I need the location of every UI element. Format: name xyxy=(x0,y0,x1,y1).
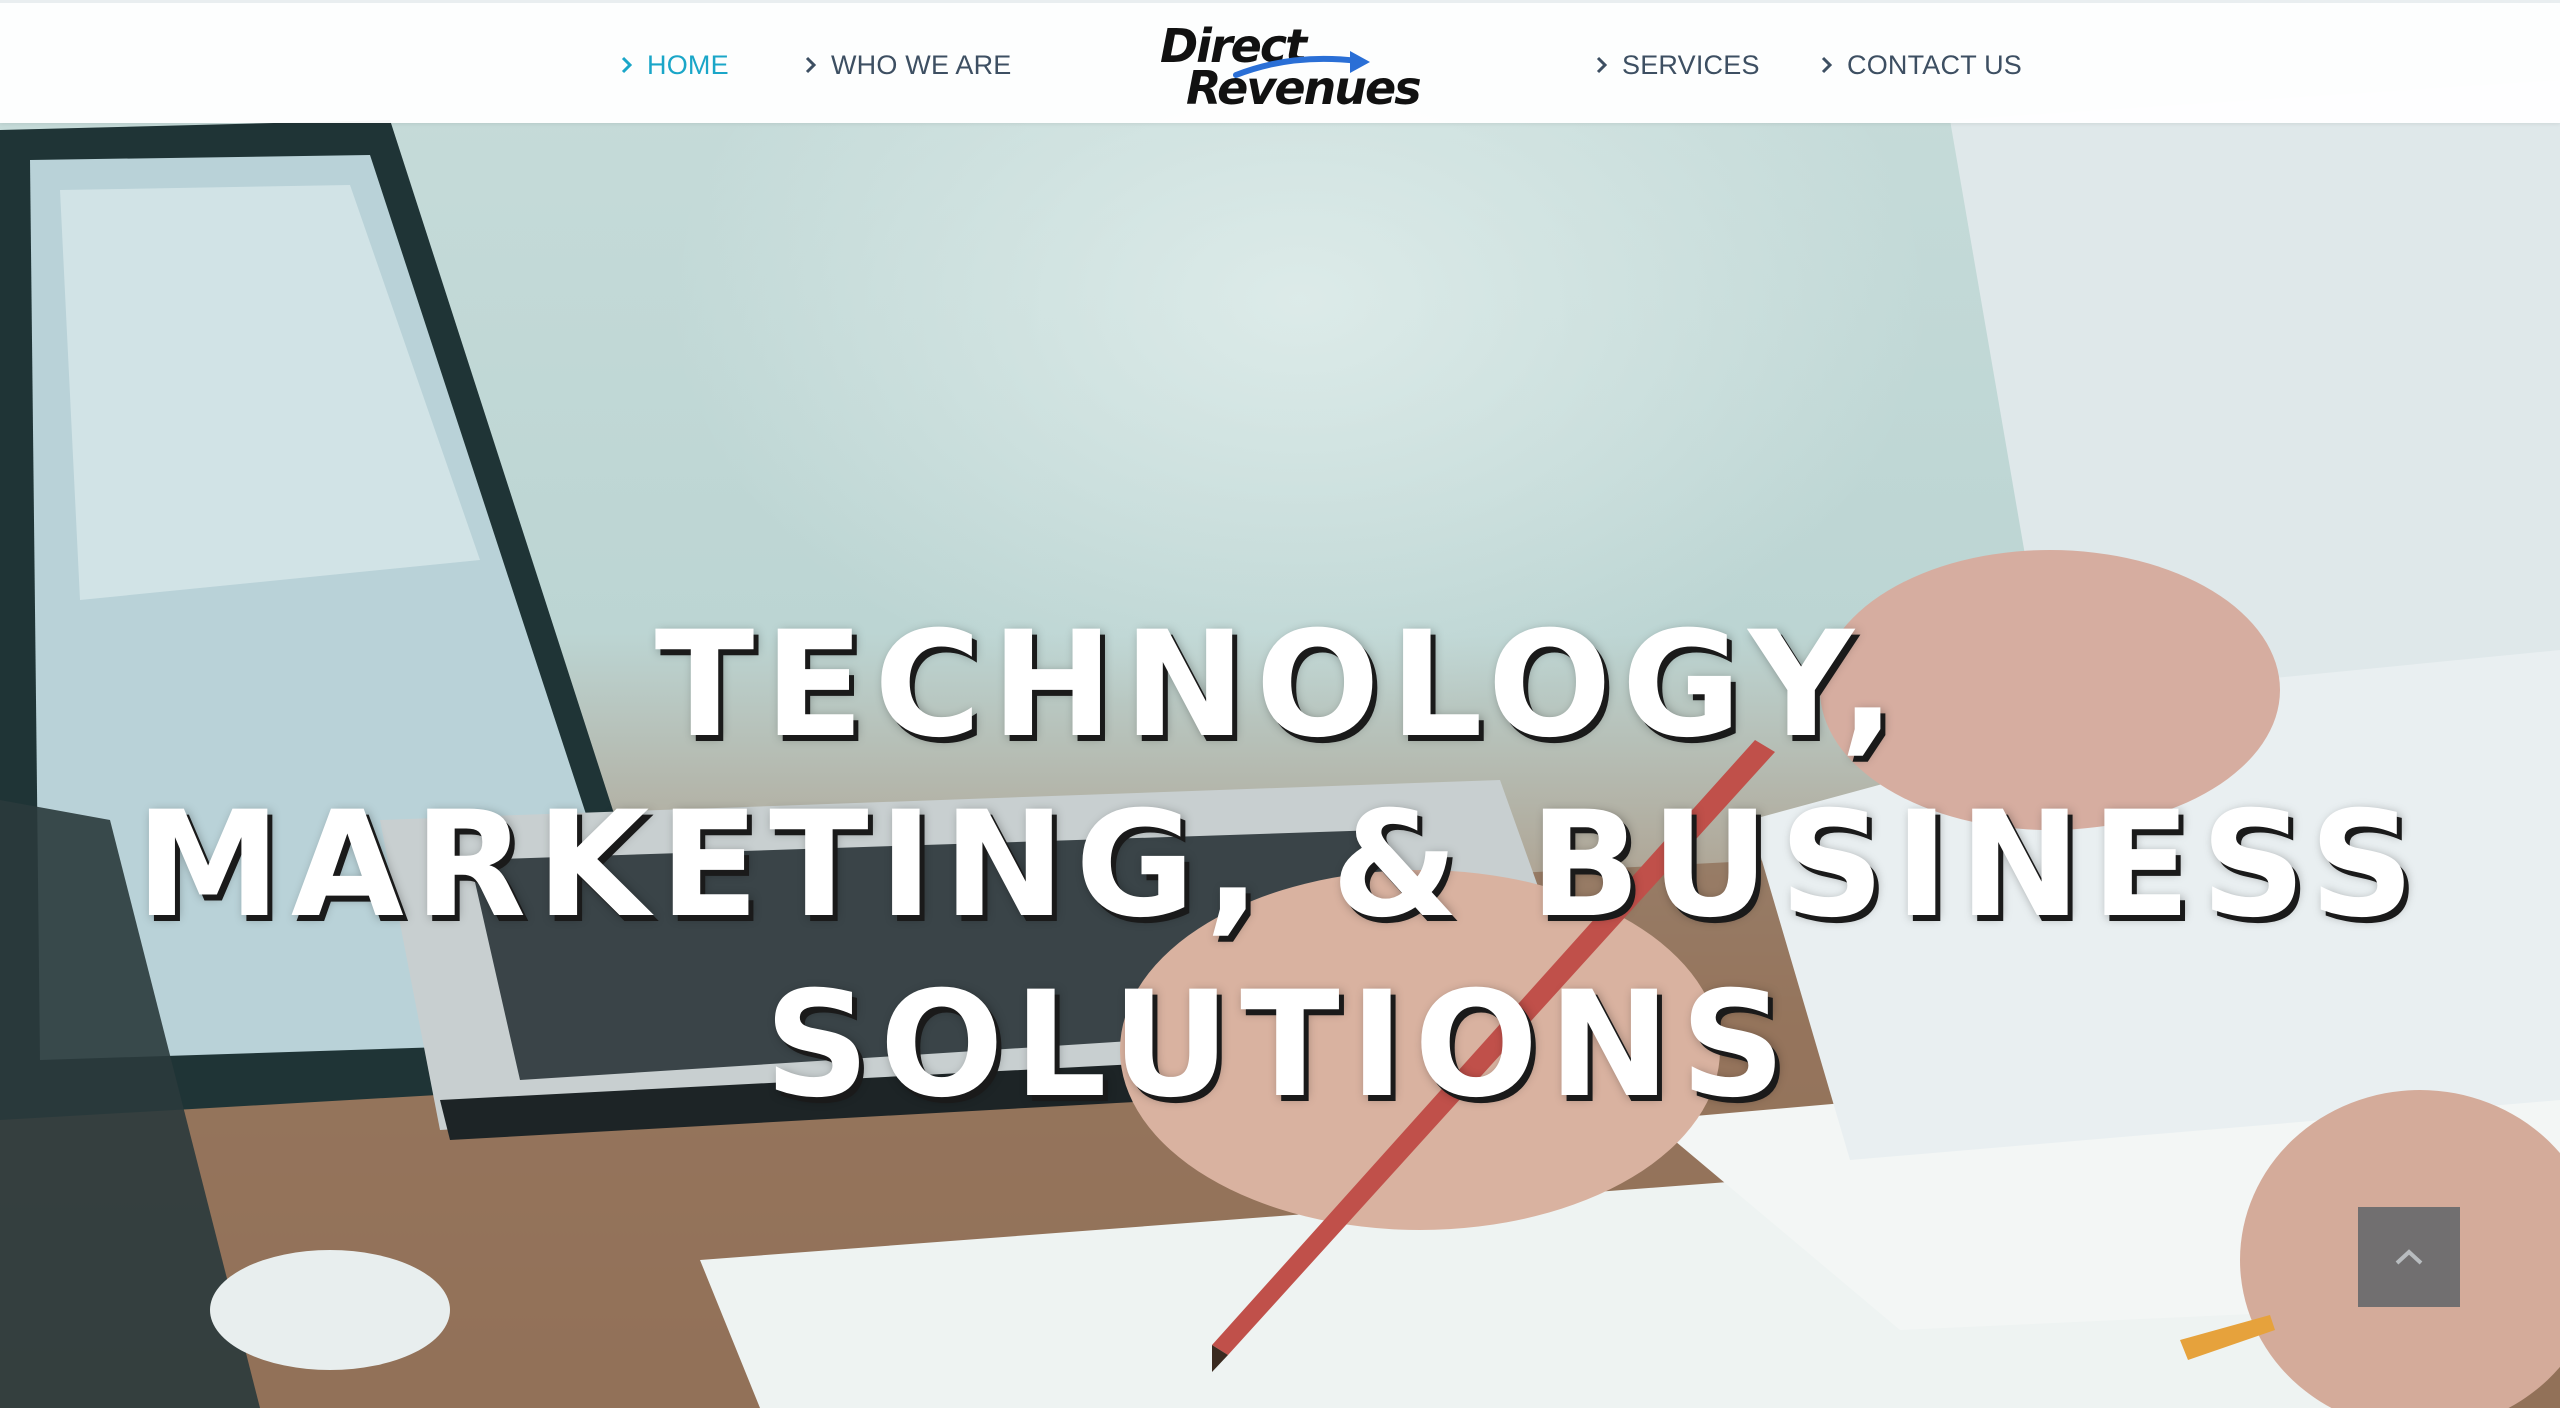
hero-headline: TECHNOLOGY, MARKETING, & BUSINESS SOLUTI… xyxy=(80,595,2480,1135)
top-navigation-bar: HOME WHO WE ARE Direct Revenues SERVICES xyxy=(0,0,2560,123)
chevron-right-icon xyxy=(1596,56,1608,74)
logo-text-line2: Revenues xyxy=(1186,61,1422,115)
hero-headline-line: SOLUTIONS xyxy=(764,960,1796,1130)
nav-item-who-we-are[interactable]: WHO WE ARE xyxy=(801,45,1012,85)
nav-item-label: WHO WE ARE xyxy=(831,49,1012,80)
nav-item-label: HOME xyxy=(647,49,729,80)
nav-item-contact-us[interactable]: CONTACT US xyxy=(1817,45,2022,85)
site-logo[interactable]: Direct Revenues xyxy=(1158,17,1422,115)
chevron-right-icon xyxy=(621,56,633,74)
scroll-to-top-button[interactable] xyxy=(2358,1207,2460,1307)
hero-headline-line: TECHNOLOGY, xyxy=(654,600,1906,770)
chevron-up-icon xyxy=(2395,1249,2423,1265)
chevron-right-icon xyxy=(1821,56,1833,74)
hero-headline-line: MARKETING, & BUSINESS xyxy=(135,780,2425,950)
nav-item-label: CONTACT US xyxy=(1847,49,2023,80)
nav-item-home[interactable]: HOME xyxy=(617,45,729,85)
chevron-right-icon xyxy=(805,56,817,74)
nav-item-label: SERVICES xyxy=(1622,49,1760,80)
nav-item-services[interactable]: SERVICES xyxy=(1592,45,1760,85)
page: HOME WHO WE ARE Direct Revenues SERVICES xyxy=(0,0,2560,1408)
